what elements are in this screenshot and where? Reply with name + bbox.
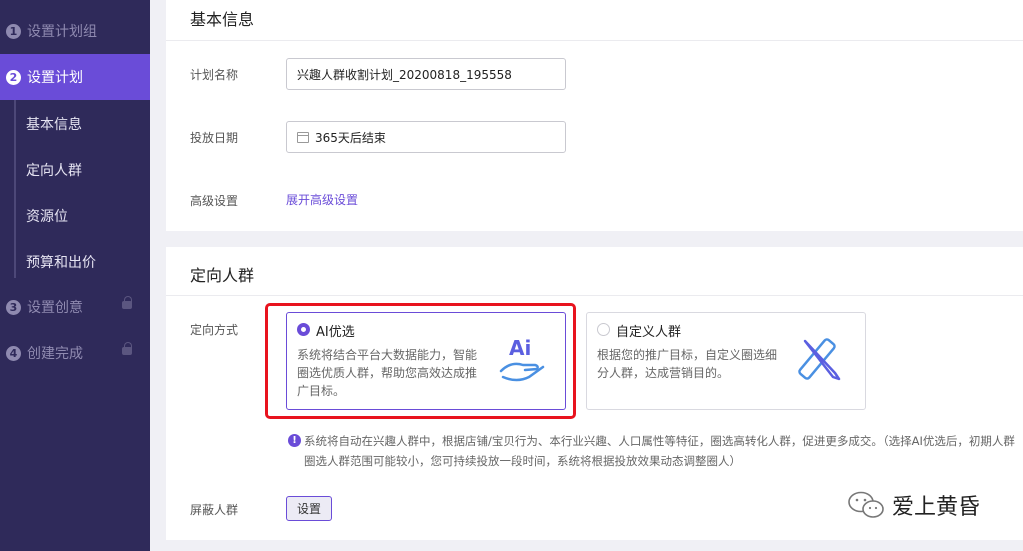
ai-hand-icon: Ai	[499, 336, 545, 382]
step-complete: 4 创建完成	[0, 330, 150, 376]
info-icon: !	[288, 434, 301, 447]
option-title: AI优选	[316, 325, 355, 340]
step-number: 2	[6, 69, 21, 85]
section-title: 定向人群	[190, 266, 255, 285]
svg-text:Ai: Ai	[509, 336, 531, 360]
sidebar-item-targeting[interactable]: 定向人群	[26, 160, 82, 180]
advanced-label: 高级设置	[190, 194, 239, 208]
exclude-label: 屏蔽人群	[190, 503, 239, 517]
option-desc: 根据您的推广目标，自定义圈选细分人群，达成营销目的。	[597, 348, 778, 380]
sidebar-item-budget-bid[interactable]: 预算和出价	[26, 252, 96, 272]
expand-advanced-link[interactable]: 展开高级设置	[286, 191, 358, 208]
step-plan-group[interactable]: 1 设置计划组	[0, 8, 150, 54]
step-label: 创建完成	[27, 346, 83, 362]
calendar-icon	[297, 131, 309, 143]
ai-notice: ! 系统将自动在兴趣人群中，根据店铺/宝贝行为、本行业兴趣、人口属性等特征，圈选…	[288, 431, 1018, 471]
step-label: 设置计划组	[27, 24, 97, 40]
basic-info-card: 基本信息 计划名称 兴趣人群收割计划_20200818_195558 投放日期 …	[166, 0, 1023, 231]
step-number: 3	[6, 299, 21, 315]
lock-icon	[122, 342, 132, 355]
sidebar-item-basic-info[interactable]: 基本信息	[26, 114, 82, 134]
step-number: 4	[6, 345, 21, 361]
radio-button[interactable]	[597, 323, 610, 336]
lock-icon	[122, 296, 132, 309]
option-ai-select[interactable]: AI优选 系统将结合平台大数据能力，智能圈选优质人群，帮助您高效达成推广目标。 …	[286, 312, 566, 410]
sidebar-item-resource[interactable]: 资源位	[26, 206, 68, 226]
plan-name-input[interactable]: 兴趣人群收割计划_20200818_195558	[286, 58, 566, 90]
sidebar: 1 设置计划组 2 设置计划 基本信息 定向人群 资源位 预算和出价 3 设置创…	[0, 0, 150, 551]
divider	[166, 40, 1023, 41]
step-number: 1	[6, 23, 21, 39]
date-picker[interactable]: 365天后结束	[286, 121, 566, 153]
plan-name-label: 计划名称	[190, 68, 239, 82]
option-custom-audience[interactable]: 自定义人群 根据您的推广目标，自定义圈选细分人群，达成营销目的。	[586, 312, 866, 410]
date-value: 365天后结束	[315, 130, 386, 145]
radio-button[interactable]	[297, 323, 310, 336]
plan-name-value: 兴趣人群收割计划_20200818_195558	[297, 67, 512, 82]
step-label: 设置创意	[27, 300, 83, 316]
section-title: 基本信息	[190, 10, 255, 29]
date-label: 投放日期	[190, 131, 239, 145]
exclude-audience-button[interactable]: 设置	[286, 496, 332, 521]
subnav-line	[14, 100, 16, 278]
divider	[166, 295, 1023, 296]
step-label: 设置计划	[27, 70, 83, 86]
pencil-ruler-icon	[798, 338, 841, 381]
step-plan[interactable]: 2 设置计划	[0, 54, 150, 100]
wechat-icon	[848, 491, 884, 518]
watermark-text: 爱上黄昏	[892, 495, 981, 520]
notice-text: 系统将自动在兴趣人群中，根据店铺/宝贝行为、本行业兴趣、人口属性等特征，圈选高转…	[304, 434, 1015, 468]
watermark: 爱上黄昏	[846, 489, 980, 521]
option-title: 自定义人群	[616, 325, 682, 340]
option-desc: 系统将结合平台大数据能力，智能圈选优质人群，帮助您高效达成推广目标。	[297, 348, 478, 398]
method-label: 定向方式	[190, 323, 239, 337]
step-creative: 3 设置创意	[0, 284, 150, 330]
